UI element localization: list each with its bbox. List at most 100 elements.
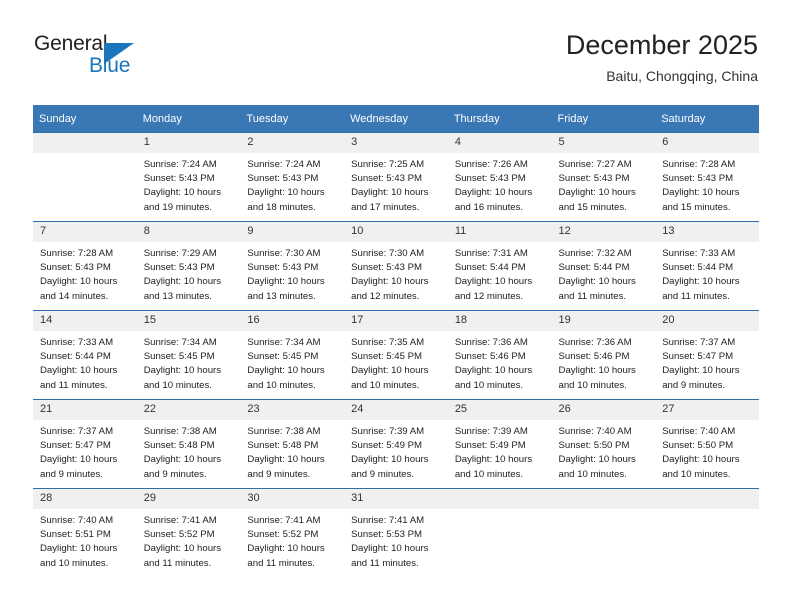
daylight-text-line1: Daylight: 10 hours bbox=[40, 454, 118, 466]
calendar-day-cell bbox=[655, 488, 759, 578]
calendar-day-cell[interactable]: 29 Sunrise: 7:41 AM Sunset: 5:52 PM Dayligh… bbox=[136, 488, 241, 578]
calendar-day-cell[interactable]: 14 Sunrise: 7:33 AM Sunset: 5:44 PM Dayligh… bbox=[33, 310, 137, 400]
calendar-day-cell[interactable]: 17 Sunrise: 7:35 AM Sunset: 5:45 PM Dayligh… bbox=[344, 310, 448, 400]
day-details: Sunrise: 7:41 AM Sunset: 5:52 PM Daylight:… bbox=[137, 509, 241, 571]
calendar-day-cell[interactable]: 19 Sunrise: 7:36 AM Sunset: 5:46 PM Dayligh… bbox=[551, 310, 656, 400]
day-details: Sunrise: 7:38 AM Sunset: 5:48 PM Daylight:… bbox=[137, 420, 241, 482]
daylight-text-line2: and 18 minutes. bbox=[247, 201, 316, 213]
daylight-text-line1: Daylight: 10 hours bbox=[143, 543, 222, 555]
day-number: 26 bbox=[551, 400, 656, 420]
day-details: Sunrise: 7:26 AM Sunset: 5:43 PM Daylight:… bbox=[448, 153, 552, 215]
day-number: 14 bbox=[33, 311, 137, 331]
calendar-day-cell[interactable]: 20 Sunrise: 7:37 AM Sunset: 5:47 PM Dayligh… bbox=[655, 310, 759, 400]
daylight-text-line1: Daylight: 10 hours bbox=[247, 454, 325, 466]
day-number: 27 bbox=[655, 400, 759, 420]
sunrise-text: Sunrise: 7:38 AM bbox=[247, 426, 321, 437]
daylight-text-line2: and 17 minutes. bbox=[351, 201, 420, 213]
daylight-text-line2: and 11 minutes. bbox=[662, 290, 730, 302]
calendar-week-row: 28 Sunrise: 7:40 AM Sunset: 5:51 PM Dayligh… bbox=[33, 488, 759, 578]
calendar-day-cell[interactable]: 11 Sunrise: 7:31 AM Sunset: 5:44 PM Dayligh… bbox=[447, 221, 552, 311]
day-details: Sunrise: 7:40 AM Sunset: 5:50 PM Daylight:… bbox=[655, 420, 759, 482]
day-number bbox=[655, 489, 759, 509]
general-blue-logo[interactable]: General Blue bbox=[34, 32, 264, 88]
sunrise-text: Sunrise: 7:36 AM bbox=[558, 337, 632, 348]
calendar-day-cell bbox=[447, 488, 552, 578]
day-details: Sunrise: 7:41 AM Sunset: 5:53 PM Daylight:… bbox=[344, 509, 448, 571]
sunrise-text: Sunrise: 7:40 AM bbox=[662, 426, 736, 437]
calendar-day-cell[interactable]: 31 Sunrise: 7:41 AM Sunset: 5:53 PM Dayligh… bbox=[344, 488, 448, 578]
calendar-day-cell[interactable]: 7 Sunrise: 7:28 AM Sunset: 5:43 PM Daylight… bbox=[33, 221, 137, 311]
calendar-day-cell[interactable]: 9 Sunrise: 7:30 AM Sunset: 5:43 PM Daylight… bbox=[240, 221, 345, 311]
daylight-text-line2: and 9 minutes. bbox=[40, 468, 103, 480]
sunrise-text: Sunrise: 7:41 AM bbox=[351, 515, 425, 526]
sunset-text: Sunset: 5:48 PM bbox=[143, 440, 215, 452]
calendar-day-cell[interactable]: 1 Sunrise: 7:24 AM Sunset: 5:43 PM Daylight… bbox=[136, 132, 241, 222]
daylight-text-line1: Daylight: 10 hours bbox=[351, 365, 429, 377]
sunrise-text: Sunrise: 7:40 AM bbox=[558, 426, 632, 437]
calendar-day-cell[interactable]: 15 Sunrise: 7:34 AM Sunset: 5:45 PM Dayligh… bbox=[136, 310, 241, 400]
sunset-text: Sunset: 5:46 PM bbox=[558, 351, 630, 363]
calendar-day-cell[interactable]: 3 Sunrise: 7:25 AM Sunset: 5:43 PM Daylight… bbox=[344, 132, 448, 222]
day-details: Sunrise: 7:36 AM Sunset: 5:46 PM Daylight:… bbox=[552, 331, 656, 393]
day-details: Sunrise: 7:32 AM Sunset: 5:44 PM Daylight:… bbox=[552, 242, 656, 304]
calendar-body: 1 Sunrise: 7:24 AM Sunset: 5:43 PM Daylight… bbox=[33, 132, 759, 578]
daylight-text-line1: Daylight: 10 hours bbox=[247, 187, 325, 199]
calendar-day-cell bbox=[33, 132, 137, 222]
calendar-day-cell[interactable]: 2 Sunrise: 7:24 AM Sunset: 5:43 PM Daylight… bbox=[240, 132, 345, 222]
day-details: Sunrise: 7:34 AM Sunset: 5:45 PM Daylight:… bbox=[240, 331, 344, 393]
sunset-text: Sunset: 5:43 PM bbox=[351, 262, 423, 274]
day-number: 31 bbox=[344, 489, 448, 509]
daylight-text-line2: and 11 minutes. bbox=[40, 379, 108, 391]
calendar-day-cell[interactable]: 10 Sunrise: 7:30 AM Sunset: 5:43 PM Dayligh… bbox=[344, 221, 448, 311]
day-number: 5 bbox=[551, 133, 656, 153]
calendar-day-cell[interactable]: 30 Sunrise: 7:41 AM Sunset: 5:52 PM Dayligh… bbox=[240, 488, 345, 578]
calendar-day-cell[interactable]: 28 Sunrise: 7:40 AM Sunset: 5:51 PM Dayligh… bbox=[33, 488, 137, 578]
calendar-day-cell[interactable]: 23 Sunrise: 7:38 AM Sunset: 5:48 PM Dayligh… bbox=[240, 399, 345, 489]
daylight-text-line2: and 15 minutes. bbox=[662, 201, 731, 213]
calendar-day-cell[interactable]: 26 Sunrise: 7:40 AM Sunset: 5:50 PM Dayligh… bbox=[551, 399, 656, 489]
daylight-text-line1: Daylight: 10 hours bbox=[143, 187, 222, 199]
daylight-text-line2: and 13 minutes. bbox=[143, 290, 212, 302]
day-number: 13 bbox=[655, 222, 759, 242]
sunset-text: Sunset: 5:47 PM bbox=[662, 351, 734, 363]
day-details: Sunrise: 7:33 AM Sunset: 5:44 PM Daylight:… bbox=[655, 242, 759, 304]
sunset-text: Sunset: 5:51 PM bbox=[40, 529, 111, 541]
sunset-text: Sunset: 5:50 PM bbox=[662, 440, 734, 452]
daylight-text-line1: Daylight: 10 hours bbox=[558, 276, 636, 288]
daylight-text-line1: Daylight: 10 hours bbox=[558, 365, 636, 377]
day-number bbox=[551, 489, 656, 509]
calendar-day-cell[interactable]: 25 Sunrise: 7:39 AM Sunset: 5:49 PM Dayligh… bbox=[447, 399, 552, 489]
day-number: 15 bbox=[136, 311, 241, 331]
calendar-day-cell[interactable]: 27 Sunrise: 7:40 AM Sunset: 5:50 PM Dayligh… bbox=[655, 399, 759, 489]
day-details: Sunrise: 7:28 AM Sunset: 5:43 PM Daylight:… bbox=[655, 153, 759, 215]
calendar-day-cell[interactable]: 22 Sunrise: 7:38 AM Sunset: 5:48 PM Dayligh… bbox=[136, 399, 241, 489]
sunset-text: Sunset: 5:43 PM bbox=[40, 262, 111, 274]
daylight-text-line1: Daylight: 10 hours bbox=[40, 276, 118, 288]
sunset-text: Sunset: 5:43 PM bbox=[351, 173, 423, 185]
daylight-text-line1: Daylight: 10 hours bbox=[143, 365, 222, 377]
calendar-day-cell[interactable]: 6 Sunrise: 7:28 AM Sunset: 5:43 PM Daylight… bbox=[655, 132, 759, 222]
sunset-text: Sunset: 5:43 PM bbox=[558, 173, 630, 185]
day-details: Sunrise: 7:41 AM Sunset: 5:52 PM Daylight:… bbox=[240, 509, 344, 571]
sunset-text: Sunset: 5:43 PM bbox=[143, 262, 215, 274]
calendar-day-cell[interactable]: 13 Sunrise: 7:33 AM Sunset: 5:44 PM Dayligh… bbox=[655, 221, 759, 311]
day-number: 23 bbox=[240, 400, 345, 420]
day-details: Sunrise: 7:37 AM Sunset: 5:47 PM Daylight:… bbox=[655, 331, 759, 393]
day-number: 11 bbox=[447, 222, 552, 242]
calendar-day-cell[interactable]: 18 Sunrise: 7:36 AM Sunset: 5:46 PM Dayligh… bbox=[447, 310, 552, 400]
calendar-day-cell[interactable]: 8 Sunrise: 7:29 AM Sunset: 5:43 PM Daylight… bbox=[136, 221, 241, 311]
day-details: Sunrise: 7:27 AM Sunset: 5:43 PM Daylight:… bbox=[552, 153, 656, 215]
calendar-day-cell[interactable]: 12 Sunrise: 7:32 AM Sunset: 5:44 PM Dayligh… bbox=[551, 221, 656, 311]
daylight-text-line2: and 10 minutes. bbox=[454, 468, 524, 480]
calendar-day-cell[interactable]: 4 Sunrise: 7:26 AM Sunset: 5:43 PM Daylight… bbox=[447, 132, 552, 222]
calendar-day-cell[interactable]: 24 Sunrise: 7:39 AM Sunset: 5:49 PM Dayligh… bbox=[344, 399, 448, 489]
day-details: Sunrise: 7:30 AM Sunset: 5:43 PM Daylight:… bbox=[344, 242, 448, 304]
daylight-text-line2: and 10 minutes. bbox=[351, 379, 420, 391]
weekday-header-monday: Monday bbox=[136, 105, 241, 133]
calendar-day-cell[interactable]: 5 Sunrise: 7:27 AM Sunset: 5:43 PM Daylight… bbox=[551, 132, 656, 222]
calendar-day-cell[interactable]: 21 Sunrise: 7:37 AM Sunset: 5:47 PM Dayligh… bbox=[33, 399, 137, 489]
daylight-text-line2: and 10 minutes. bbox=[558, 379, 627, 391]
calendar-day-cell bbox=[551, 488, 656, 578]
sunset-text: Sunset: 5:46 PM bbox=[454, 351, 526, 363]
calendar-day-cell[interactable]: 16 Sunrise: 7:34 AM Sunset: 5:45 PM Dayligh… bbox=[240, 310, 345, 400]
